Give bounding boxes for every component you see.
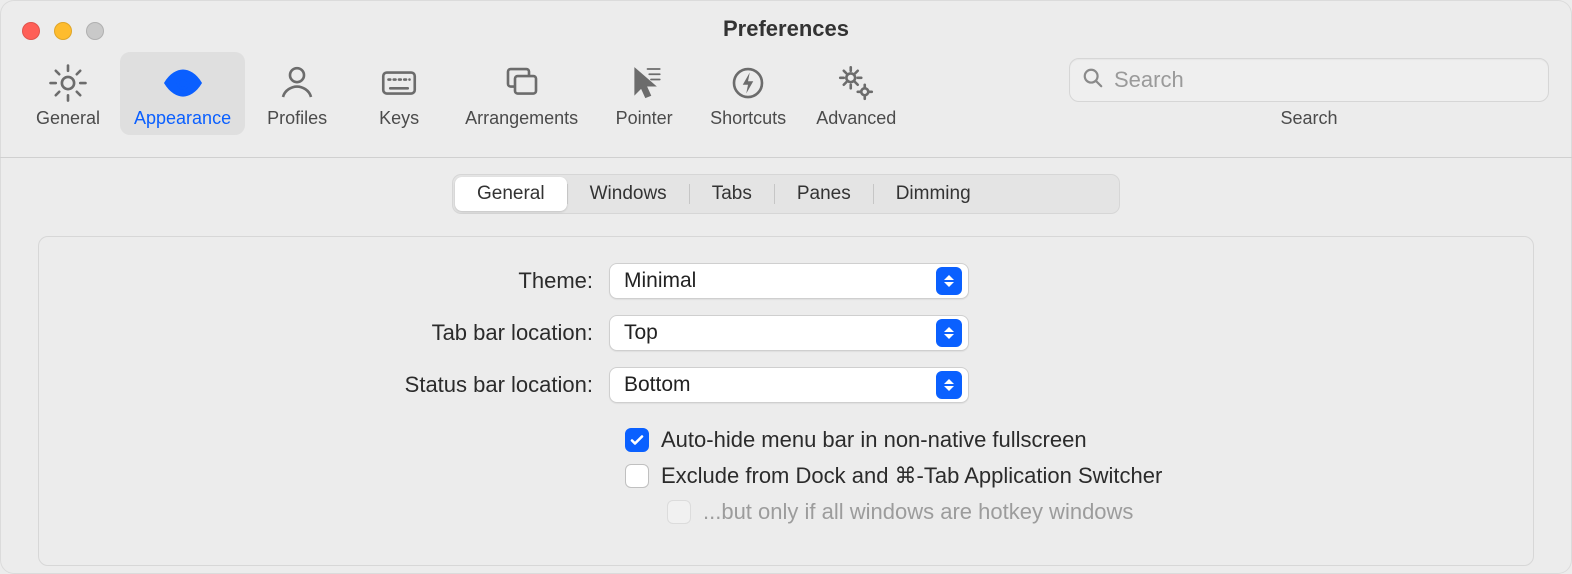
- toolbar-label: Arrangements: [465, 108, 578, 129]
- search-label: Search: [1280, 108, 1337, 129]
- exclude-dock-checkbox[interactable]: [625, 464, 649, 488]
- search-input[interactable]: [1114, 67, 1536, 93]
- toolbar-label: Advanced: [816, 108, 896, 129]
- toolbar-item-general[interactable]: General: [18, 52, 118, 135]
- theme-row: Theme: Minimal: [69, 263, 1503, 299]
- preferences-window: Preferences General Appearance: [0, 0, 1572, 574]
- select-stepper-icon: [936, 319, 962, 347]
- content-area: General Windows Tabs Panes Dimming Theme…: [0, 158, 1572, 574]
- exclude-dock-row: Exclude from Dock and ⌘-Tab Application …: [625, 463, 1503, 489]
- theme-label: Theme:: [69, 268, 609, 294]
- statusbar-value: Bottom: [624, 373, 936, 397]
- subtab-general[interactable]: General: [455, 177, 567, 211]
- toolbar-item-shortcuts[interactable]: Shortcuts: [696, 52, 800, 135]
- toolbar-label: Appearance: [134, 108, 231, 129]
- only-hotkey-label: ...but only if all windows are hotkey wi…: [703, 499, 1133, 525]
- toolbar-item-profiles[interactable]: Profiles: [247, 52, 347, 135]
- toolbar-item-pointer[interactable]: Pointer: [594, 52, 694, 135]
- toolbar-label: General: [36, 108, 100, 129]
- autohide-checkbox[interactable]: [625, 428, 649, 452]
- toolbar-search-stack: Search: [1064, 52, 1554, 129]
- eye-icon: [162, 60, 204, 106]
- bolt-circle-icon: [727, 60, 769, 106]
- toolbar-label: Profiles: [267, 108, 327, 129]
- select-stepper-icon: [936, 267, 962, 295]
- toolbar: General Appearance Profiles: [0, 52, 1572, 158]
- windows-stack-icon: [501, 60, 543, 106]
- autohide-row: Auto-hide menu bar in non-native fullscr…: [625, 427, 1503, 453]
- window-title: Preferences: [0, 16, 1572, 42]
- tabbar-row: Tab bar location: Top: [69, 315, 1503, 351]
- subtab-panes[interactable]: Panes: [775, 177, 873, 211]
- person-icon: [276, 60, 318, 106]
- subtab-dimming[interactable]: Dimming: [874, 177, 993, 211]
- subtab-windows[interactable]: Windows: [568, 177, 689, 211]
- only-hotkey-checkbox: [667, 500, 691, 524]
- only-hotkey-row: ...but only if all windows are hotkey wi…: [667, 499, 1503, 525]
- toolbar-label: Pointer: [616, 108, 673, 129]
- search-field-wrapper[interactable]: [1069, 58, 1549, 102]
- gear-icon: [47, 60, 89, 106]
- search-icon: [1082, 67, 1104, 94]
- toolbar-label: Shortcuts: [710, 108, 786, 129]
- subtab-tabs[interactable]: Tabs: [690, 177, 774, 211]
- settings-panel: Theme: Minimal Tab bar location: Top: [38, 236, 1534, 566]
- statusbar-select[interactable]: Bottom: [609, 367, 969, 403]
- exclude-dock-label: Exclude from Dock and ⌘-Tab Application …: [661, 463, 1162, 489]
- tabbar-label: Tab bar location:: [69, 320, 609, 346]
- subtab-segmented-control: General Windows Tabs Panes Dimming: [452, 174, 1120, 214]
- pointer-icon: [623, 60, 665, 106]
- statusbar-row: Status bar location: Bottom: [69, 367, 1503, 403]
- titlebar: Preferences: [0, 0, 1572, 52]
- toolbar-item-advanced[interactable]: Advanced: [802, 52, 910, 135]
- theme-select[interactable]: Minimal: [609, 263, 969, 299]
- toolbar-item-keys[interactable]: Keys: [349, 52, 449, 135]
- theme-value: Minimal: [624, 269, 936, 293]
- statusbar-label: Status bar location:: [69, 372, 609, 398]
- tabbar-value: Top: [624, 321, 936, 345]
- autohide-label: Auto-hide menu bar in non-native fullscr…: [661, 427, 1087, 453]
- select-stepper-icon: [936, 371, 962, 399]
- toolbar-label: Keys: [379, 108, 419, 129]
- toolbar-item-arrangements[interactable]: Arrangements: [451, 52, 592, 135]
- keyboard-icon: [378, 60, 420, 106]
- tabbar-select[interactable]: Top: [609, 315, 969, 351]
- gears-icon: [835, 60, 877, 106]
- toolbar-item-appearance[interactable]: Appearance: [120, 52, 245, 135]
